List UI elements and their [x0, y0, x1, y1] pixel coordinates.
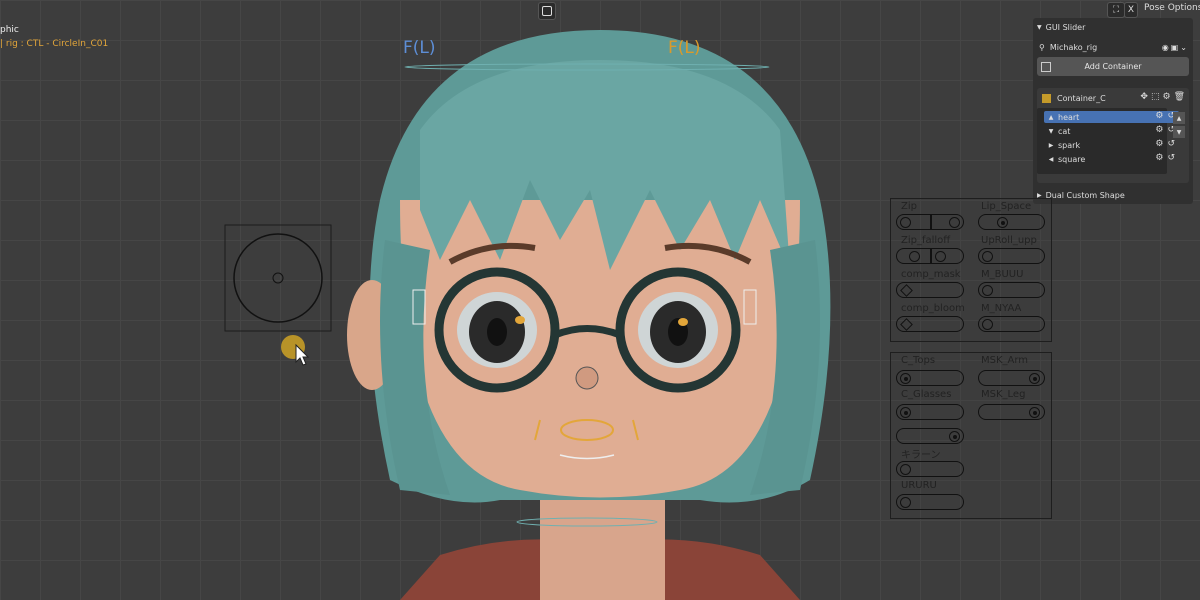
close-button[interactable]: X [1124, 2, 1138, 18]
active-object-info: | rig : CTL - CircleIn_C01 [0, 39, 109, 49]
face-label-right: F(L) [668, 38, 701, 58]
camera-icon[interactable]: ▣ [1171, 43, 1179, 52]
settings-icon[interactable]: ⚙ [1155, 153, 1163, 163]
item-label: spark [1058, 140, 1081, 150]
settings-icon[interactable]: ⚙ [1155, 139, 1163, 149]
section-title: Dual Custom Shape [1045, 191, 1125, 200]
add-container-button[interactable]: Add Container [1037, 57, 1189, 76]
m-buuu-slider[interactable] [978, 282, 1045, 298]
section-title: GUI Slider [1045, 23, 1086, 32]
add-container-label: Add Container [1084, 62, 1142, 71]
sidebar-panel: ▼ GUI Slider ⚲ Michako_rig ◉ ▣ ⌄ Add Con… [1033, 18, 1193, 204]
container-name: Container_C [1057, 94, 1106, 103]
ururu-slider[interactable] [896, 494, 964, 510]
pose-options-menu[interactable]: Pose Options [1144, 3, 1200, 13]
list-item-square[interactable]: ◀ square ⚙ ↺ [1044, 153, 1179, 165]
item-label: cat [1058, 126, 1071, 136]
msk-leg-slider[interactable] [978, 404, 1045, 420]
undo-icon[interactable]: ↺ [1167, 153, 1175, 163]
slider-label-comp-mask: comp_mask [901, 269, 961, 280]
trash-icon[interactable]: 🗑 [1174, 92, 1185, 102]
3d-viewport[interactable]: phic | rig : CTL - CircleIn_C01 F(L) F(L… [0, 0, 1200, 600]
camera-view-button[interactable] [538, 2, 556, 20]
slider-label-c-glasses: C_Glasses [901, 389, 952, 400]
triangle-down-icon: ▼ [1048, 127, 1054, 135]
slider-label-zip: Zip [901, 201, 917, 212]
unlabeled-slider[interactable] [896, 428, 964, 444]
rig-name: Michako_rig [1049, 43, 1098, 52]
checkbox[interactable] [1041, 62, 1051, 72]
c-glasses-slider[interactable] [896, 404, 964, 420]
camera-icon [542, 6, 552, 16]
chevron-down-icon: ▼ [1037, 24, 1042, 31]
settings-icon[interactable]: ⚙ [1155, 125, 1163, 135]
settings-icon[interactable]: ⚙ [1155, 111, 1163, 121]
c-tops-slider[interactable] [896, 370, 964, 386]
sidebar-toggle-button[interactable]: ⛶ [1107, 2, 1125, 18]
slider-label-kiraan: キラーン [901, 450, 941, 461]
gui-slider-header[interactable]: ▼ GUI Slider [1037, 23, 1085, 32]
list-item-spark[interactable]: ▶ spark ⚙ ↺ [1044, 139, 1179, 151]
undo-icon[interactable]: ↺ [1167, 139, 1175, 149]
comp-bloom-slider[interactable] [896, 316, 964, 332]
slider-label-m-buuu: M_BUUU [981, 269, 1024, 280]
triangle-right-icon: ▶ [1048, 141, 1054, 149]
slider-label-lip-space: Lip_Space [981, 201, 1032, 212]
gui-slider-panel-bottom: C_Tops MSK_Arm C_Glasses MSK_Leg キラーン UR… [890, 352, 1052, 519]
armature-icon: ⚲ [1039, 43, 1045, 52]
list-move-up-button[interactable]: ▲ [1173, 112, 1185, 124]
container-color-swatch[interactable] [1042, 94, 1051, 103]
move-icon[interactable]: ✥ [1140, 92, 1148, 102]
triangle-up-icon: ▲ [1048, 113, 1054, 121]
chevron-down-icon[interactable]: ⌄ [1180, 43, 1187, 52]
zip-falloff-slider[interactable] [896, 248, 964, 264]
msk-arm-slider[interactable] [978, 370, 1045, 386]
select-box-icon[interactable]: ⬚ [1151, 92, 1160, 102]
slider-label-zip-falloff: Zip_falloff [901, 235, 951, 246]
slider-label-uproll-upp: UpRoll_upp [981, 235, 1037, 246]
gui-slider-panel-top: Zip Lip_Space Zip_falloff UpRoll_upp com… [890, 198, 1052, 342]
zip-slider[interactable] [896, 214, 964, 230]
slider-label-msk-leg: MSK_Leg [981, 389, 1026, 400]
uproll-upp-slider[interactable] [978, 248, 1045, 264]
slider-label-m-nyaa: M_NYAA [981, 303, 1022, 314]
slider-label-c-tops: C_Tops [901, 355, 936, 366]
face-label-left: F(L) [403, 38, 436, 58]
list-move-down-button[interactable]: ▼ [1173, 126, 1185, 138]
list-item-cat[interactable]: ▼ cat ⚙ ↺ [1044, 125, 1179, 137]
list-item-heart[interactable]: ▲ heart ⚙ ↺ [1044, 111, 1179, 123]
settings-icon[interactable]: ⚙ [1162, 92, 1170, 102]
viewport-info-line: phic [0, 25, 19, 35]
shape-list: ▲ heart ⚙ ↺ ▼ cat ⚙ ↺ ▶ spark ⚙ ↺ ◀ square [1037, 108, 1179, 174]
transform-icon: ⛶ [1112, 5, 1120, 15]
m-nyaa-slider[interactable] [978, 316, 1045, 332]
rig-selector[interactable]: ⚲ Michako_rig ◉ ▣ ⌄ [1039, 43, 1189, 52]
item-label: square [1058, 154, 1086, 164]
triangle-left-icon: ◀ [1048, 155, 1054, 163]
slider-label-msk-arm: MSK_Arm [981, 355, 1029, 366]
slider-label-comp-bloom: comp_bloom [901, 303, 965, 314]
container-box: Container_C ✥ ⬚ ⚙ 🗑 ▲ heart ⚙ ↺ ▼ cat ⚙ ↺ [1037, 88, 1189, 183]
kiraan-slider[interactable] [896, 461, 964, 477]
item-label: heart [1058, 112, 1080, 122]
slider-label-ururu: URURU [901, 480, 937, 491]
lip-space-slider[interactable] [978, 214, 1045, 230]
comp-mask-slider[interactable] [896, 282, 964, 298]
eye-icon[interactable]: ◉ [1162, 43, 1169, 52]
